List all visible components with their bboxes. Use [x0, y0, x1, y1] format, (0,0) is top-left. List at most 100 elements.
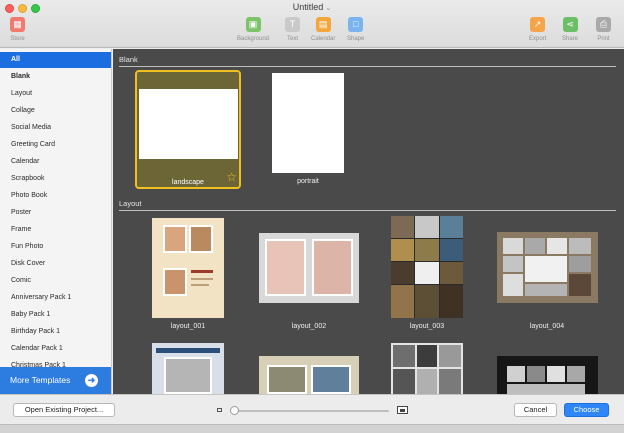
photo-placeholder [415, 239, 439, 261]
zoom-out-icon[interactable] [217, 408, 222, 412]
zoom-in-icon[interactable] [397, 406, 408, 414]
print-icon: ⎙ [596, 17, 611, 32]
photo-placeholder [417, 369, 437, 394]
layout-section-header: Layout [119, 199, 142, 208]
template-thumbnail-layout-008[interactable] [497, 356, 598, 394]
blank-section-divider [119, 66, 616, 67]
sidebar-item-comic[interactable]: Comic [0, 273, 111, 289]
photo-placeholder [189, 225, 213, 253]
zoom-slider-knob[interactable] [230, 406, 239, 415]
calendar-tool-button[interactable]: ▤ Calendar [311, 17, 335, 42]
photo-placeholder [525, 238, 545, 254]
calendar-icon: ▤ [315, 17, 331, 32]
photo-placeholder [312, 239, 353, 296]
sidebar-item-calendar-pack-1[interactable]: Calendar Pack 1 [0, 341, 111, 357]
arrow-right-icon: ➜ [85, 374, 98, 387]
photo-placeholder [163, 268, 187, 296]
sidebar-item-social-media[interactable]: Social Media [0, 120, 111, 136]
sidebar-item-all[interactable]: All [0, 52, 111, 68]
print-label: Print [597, 36, 610, 42]
shape-icon: □ [348, 17, 364, 32]
photo-placeholder [415, 285, 439, 318]
text-block [569, 274, 591, 296]
share-icon: ⋖ [562, 17, 578, 32]
open-existing-project-button[interactable]: Open Existing Project... [13, 403, 115, 417]
shape-label: Shape [347, 36, 365, 42]
sidebar-item-fun-photo[interactable]: Fun Photo [0, 239, 111, 255]
sidebar-item-disk-cover[interactable]: Disk Cover [0, 256, 111, 272]
photo-placeholder [439, 345, 461, 367]
text-decoration [191, 270, 213, 273]
sidebar-item-frame[interactable]: Frame [0, 222, 111, 238]
background-icon: ▣ [245, 17, 261, 32]
template-label: portrait [297, 178, 319, 185]
photo-placeholder [393, 345, 415, 367]
photo-placeholder [525, 284, 567, 296]
photo-placeholder [567, 366, 585, 382]
photo-placeholder [507, 366, 525, 382]
photo-placeholder [569, 256, 591, 272]
template-label: layout_004 [529, 323, 565, 330]
template-thumbnail-layout-006[interactable] [259, 356, 359, 394]
template-card-landscape[interactable]: landscape ☆ [135, 70, 241, 189]
sidebar-item-poster[interactable]: Poster [0, 205, 111, 221]
sidebar-item-photo-book[interactable]: Photo Book [0, 188, 111, 204]
template-thumbnail-layout-007[interactable] [391, 343, 463, 394]
sidebar-item-baby-pack-1[interactable]: Baby Pack 1 [0, 307, 111, 323]
photo-placeholder [503, 256, 523, 272]
sidebar-item-greeting-card[interactable]: Greeting Card [0, 137, 111, 153]
choose-button[interactable]: Choose [564, 403, 609, 417]
export-tool-button[interactable]: ↗ Export [529, 17, 546, 42]
photo-placeholder [439, 369, 461, 394]
calendar-label: Calendar [311, 36, 336, 42]
photo-placeholder [415, 216, 439, 238]
photo-placeholder [393, 369, 415, 394]
template-thumbnail-layout-004[interactable] [497, 232, 598, 303]
share-tool-button[interactable]: ⋖ Share [562, 17, 578, 42]
background-tool-button[interactable]: ▣ Background [237, 17, 269, 42]
text-tool-button[interactable]: T Text [285, 17, 300, 42]
shape-tool-button[interactable]: □ Shape [347, 17, 364, 42]
photo-placeholder [525, 256, 567, 282]
photo-placeholder [440, 285, 463, 318]
photo-placeholder [267, 365, 307, 394]
window-title[interactable]: Untitled ⌄ [0, 2, 624, 12]
template-card-portrait[interactable]: portrait [272, 73, 344, 185]
landscape-thumbnail [139, 89, 238, 159]
text-decoration [191, 278, 213, 280]
sidebar-item-scrapbook[interactable]: Scrapbook [0, 171, 111, 187]
text-decoration [191, 284, 209, 286]
cancel-button[interactable]: Cancel [514, 403, 557, 417]
photo-placeholder [527, 366, 545, 382]
store-icon: ▦ [10, 17, 25, 32]
template-thumbnail-layout-005[interactable] [152, 343, 224, 394]
store-tool-button[interactable]: ▦ Store [10, 17, 25, 42]
sidebar-item-birthday-pack-1[interactable]: Birthday Pack 1 [0, 324, 111, 340]
sidebar-item-anniversary-pack-1[interactable]: Anniversary Pack 1 [0, 290, 111, 306]
photo-placeholder [547, 366, 565, 382]
portrait-thumbnail [272, 73, 344, 173]
share-label: Share [562, 36, 579, 42]
export-label: Export [529, 36, 547, 42]
template-thumbnail-layout-002[interactable] [259, 233, 359, 303]
export-icon: ↗ [530, 17, 546, 32]
zoom-slider-track[interactable] [233, 410, 389, 412]
sidebar-item-layout[interactable]: Layout [0, 86, 111, 102]
photo-placeholder [440, 239, 463, 261]
photo-placeholder [440, 262, 463, 284]
template-thumbnail-layout-003[interactable] [391, 216, 463, 318]
photo-placeholder [503, 238, 523, 254]
category-sidebar: All Blank Layout Collage Social Media Gr… [0, 49, 112, 394]
sidebar-item-blank[interactable]: Blank [0, 69, 111, 85]
photo-placeholder [391, 216, 414, 238]
sidebar-item-calendar[interactable]: Calendar [0, 154, 111, 170]
sidebar-item-collage[interactable]: Collage [0, 103, 111, 119]
template-label: landscape [172, 179, 204, 186]
star-icon[interactable]: ☆ [226, 171, 237, 183]
print-tool-button[interactable]: ⎙ Print [596, 17, 611, 42]
background-label: Background [237, 36, 270, 42]
template-thumbnail-layout-001[interactable] [152, 218, 224, 318]
text-label: Text [286, 36, 298, 42]
more-templates-button[interactable]: More Templates ➜ [0, 367, 111, 394]
template-label: layout_003 [409, 323, 445, 330]
